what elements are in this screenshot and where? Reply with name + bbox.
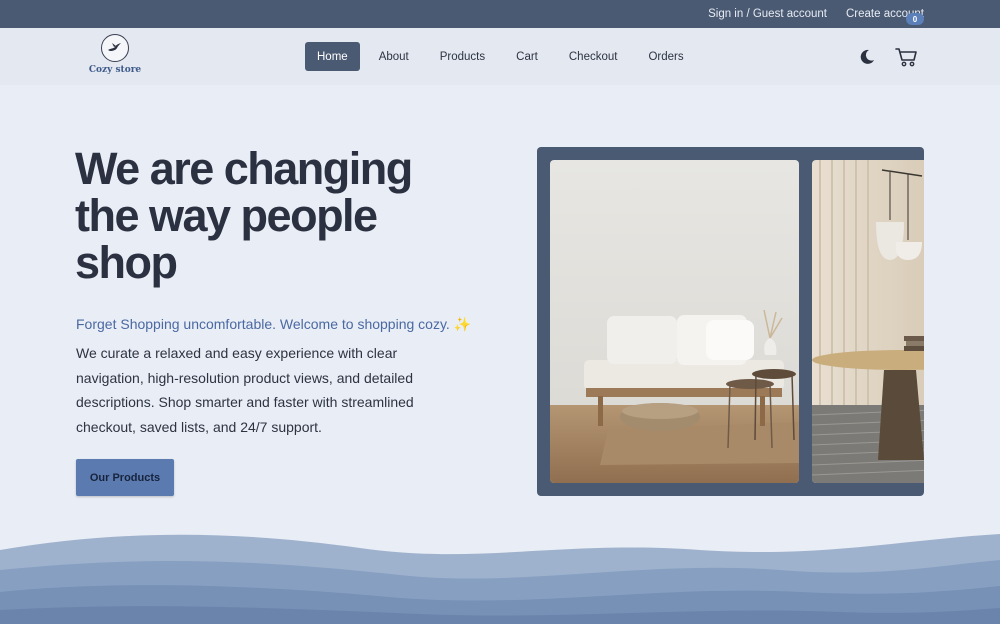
hero-description: We curate a relaxed and easy experience … [76, 345, 414, 435]
main-nav: Home About Products Cart Checkout Orders [305, 42, 703, 71]
nav-cart[interactable]: Cart [504, 42, 550, 71]
dining-table-image [812, 160, 924, 483]
nav-about[interactable]: About [367, 42, 421, 71]
hero-title: We are changing the way people shop [75, 143, 413, 288]
shopping-cart-icon[interactable] [895, 46, 919, 68]
flying-bird-icon [101, 34, 129, 62]
moon-icon[interactable] [858, 48, 876, 66]
navbar: Cozy store Home About Products Cart Chec… [0, 28, 1000, 85]
brand-name: Cozy store [88, 65, 142, 75]
top-bar: Sign in / Guest account Create account [0, 0, 1000, 28]
sign-in-link[interactable]: Sign in / Guest account [708, 8, 827, 20]
our-products-button[interactable]: Our Products [76, 459, 174, 496]
nav-checkout[interactable]: Checkout [557, 42, 630, 71]
nav-products[interactable]: Products [428, 42, 497, 71]
nav-orders[interactable]: Orders [636, 42, 695, 71]
cart-count-badge: 0 [906, 13, 924, 25]
wave-decoration [0, 534, 1000, 624]
nav-home[interactable]: Home [305, 42, 360, 71]
living-room-sofa-image [550, 160, 799, 483]
hero-subtitle: Forget Shopping uncomfortable. Welcome t… [76, 316, 472, 332]
hero-carousel[interactable] [537, 147, 924, 496]
brand-logo[interactable]: Cozy store [88, 34, 142, 82]
